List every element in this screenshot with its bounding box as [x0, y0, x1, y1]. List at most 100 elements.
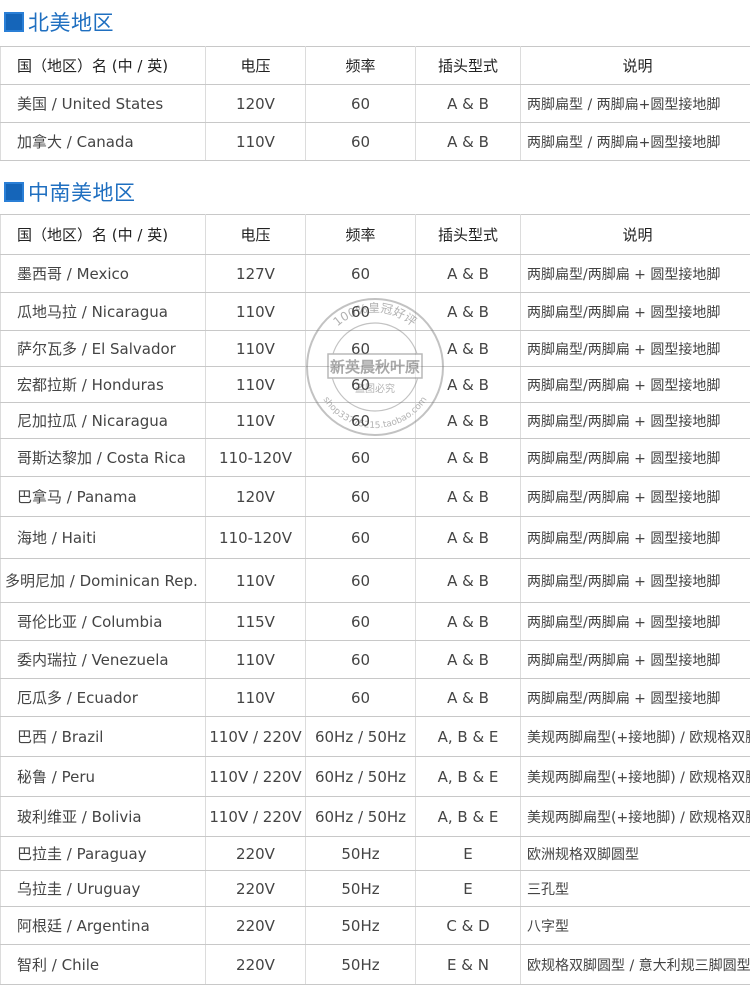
plug-cell: A & B — [415, 640, 521, 679]
note-cell: 两脚扁型/两脚扁 + 圆型接地脚 — [520, 678, 750, 717]
country-cell: 厄瓜多 / Ecuador — [0, 678, 206, 717]
country-cell: 玻利维亚 / Bolivia — [0, 796, 206, 837]
note-cell: 八字型 — [520, 906, 750, 945]
voltage-cell: 110V — [205, 402, 306, 439]
section-latin-america-title: 中南美地区 — [4, 174, 136, 210]
table-header-row: 国（地区）名 (中 / 英) 电压 频率 插头型式 说明 — [0, 46, 750, 85]
frequency-cell: 60 — [305, 254, 416, 293]
plug-cell: E — [415, 870, 521, 907]
plug-cell: E & N — [415, 944, 521, 985]
note-cell: 欧洲规格双脚圆型 — [520, 836, 750, 871]
country-cell: 巴拉圭 / Paraguay — [0, 836, 206, 871]
country-cell: 瓜地马拉 / Nicaragua — [0, 292, 206, 331]
country-cell: 智利 / Chile — [0, 944, 206, 985]
table-row: 哥伦比亚 / Columbia 115V 60 A & B 两脚扁型/两脚扁 + 圆型接… — [0, 602, 750, 641]
table-row: 乌拉圭 / Uruguay 220V 50Hz E 三孔型 — [0, 870, 750, 907]
note-cell: 两脚扁型/两脚扁 + 圆型接地脚 — [520, 476, 750, 517]
header-note: 说明 — [520, 214, 750, 255]
note-cell: 欧规格双脚圆型 / 意大利规三脚圆型 — [520, 944, 750, 985]
frequency-cell: 60Hz / 50Hz — [305, 716, 416, 757]
frequency-cell: 60 — [305, 602, 416, 641]
voltage-cell: 220V — [205, 944, 306, 985]
header-frequency: 频率 — [305, 214, 416, 255]
header-note: 说明 — [520, 46, 750, 85]
voltage-cell: 110V / 220V — [205, 716, 306, 757]
plug-cell: A, B & E — [415, 796, 521, 837]
table-row: 巴拉圭 / Paraguay 220V 50Hz E 欧洲规格双脚圆型 — [0, 836, 750, 871]
table-row: 阿根廷 / Argentina 220V 50Hz C & D 八字型 — [0, 906, 750, 945]
plug-cell: E — [415, 836, 521, 871]
frequency-cell: 50Hz — [305, 870, 416, 907]
voltage-cell: 110V — [205, 330, 306, 367]
note-cell: 两脚扁型/两脚扁 + 圆型接地脚 — [520, 330, 750, 367]
plug-cell: A & B — [415, 84, 521, 123]
country-cell: 巴西 / Brazil — [0, 716, 206, 757]
plug-cell: A & B — [415, 438, 521, 477]
note-cell: 美规两脚扁型(+接地脚) / 欧规格双脚圆型 — [520, 796, 750, 837]
voltage-cell: 110V — [205, 122, 306, 161]
header-frequency: 频率 — [305, 46, 416, 85]
frequency-cell: 60 — [305, 558, 416, 603]
table-row: 墨西哥 / Mexico 127V 60 A & B 两脚扁型/两脚扁 + 圆型接地脚 — [0, 254, 750, 293]
note-cell: 两脚扁型/两脚扁 + 圆型接地脚 — [520, 366, 750, 403]
section-title-text: 北美地区 — [28, 11, 114, 35]
header-country: 国（地区）名 (中 / 英) — [0, 214, 206, 255]
table-row: 委内瑞拉 / Venezuela 110V 60 A & B 两脚扁型/两脚扁 + 圆型… — [0, 640, 750, 679]
frequency-cell: 60 — [305, 292, 416, 331]
voltage-cell: 127V — [205, 254, 306, 293]
note-cell: 两脚扁型/两脚扁 + 圆型接地脚 — [520, 402, 750, 439]
section-marker — [4, 12, 24, 32]
country-cell: 墨西哥 / Mexico — [0, 254, 206, 293]
plug-cell: A & B — [415, 292, 521, 331]
country-cell: 哥伦比亚 / Columbia — [0, 602, 206, 641]
table-row: 海地 / Haiti 110-120V 60 A & B 两脚扁型/两脚扁 + 圆型接地… — [0, 516, 750, 559]
note-cell: 两脚扁型/两脚扁 + 圆型接地脚 — [520, 602, 750, 641]
table-header-row: 国（地区）名 (中 / 英) 电压 频率 插头型式 说明 — [0, 214, 750, 255]
section-north-america-title: 北美地区 — [4, 4, 114, 40]
frequency-cell: 50Hz — [305, 944, 416, 985]
country-cell: 秘鲁 / Peru — [0, 756, 206, 797]
frequency-cell: 50Hz — [305, 906, 416, 945]
frequency-cell: 60 — [305, 476, 416, 517]
table-row: 美国 / United States 120V 60 A & B 两脚扁型 / … — [0, 84, 750, 123]
plug-cell: A & B — [415, 330, 521, 367]
frequency-cell: 60 — [305, 84, 416, 123]
frequency-cell: 60 — [305, 122, 416, 161]
note-cell: 两脚扁型 / 两脚扁+圆型接地脚 — [520, 84, 750, 123]
frequency-cell: 60 — [305, 678, 416, 717]
table-row: 智利 / Chile 220V 50Hz E & N 欧规格双脚圆型 / 意大利规三脚圆… — [0, 944, 750, 985]
table-row: 加拿大 / Canada 110V 60 A & B 两脚扁型 / 两脚扁+圆型… — [0, 122, 750, 161]
country-cell: 海地 / Haiti — [0, 516, 206, 559]
latin-america-rows: 墨西哥 / Mexico 127V 60 A & B 两脚扁型/两脚扁 + 圆型接地脚瓜… — [0, 254, 750, 985]
voltage-cell: 220V — [205, 906, 306, 945]
voltage-cell: 110V — [205, 366, 306, 403]
note-cell: 美规两脚扁型(+接地脚) / 欧规格双脚圆型 — [520, 756, 750, 797]
note-cell: 三孔型 — [520, 870, 750, 907]
frequency-cell: 60 — [305, 402, 416, 439]
note-cell: 美规两脚扁型(+接地脚) / 欧规格双脚圆型 — [520, 716, 750, 757]
plug-cell: A, B & E — [415, 756, 521, 797]
table-row: 尼加拉瓜 / Nicaragua 110V 60 A & B 两脚扁型/两脚扁 + 圆型… — [0, 402, 750, 439]
voltage-cell: 110V — [205, 640, 306, 679]
voltage-cell: 120V — [205, 476, 306, 517]
plug-cell: A & B — [415, 122, 521, 161]
country-cell: 委内瑞拉 / Venezuela — [0, 640, 206, 679]
plug-cell: A & B — [415, 558, 521, 603]
plug-cell: A & B — [415, 516, 521, 559]
frequency-cell: 60Hz / 50Hz — [305, 796, 416, 837]
north-america-table: 国（地区）名 (中 / 英) 电压 频率 插头型式 说明 美国 / United… — [0, 46, 750, 161]
frequency-cell: 60 — [305, 330, 416, 367]
voltage-cell: 115V — [205, 602, 306, 641]
voltage-cell: 110V — [205, 678, 306, 717]
frequency-cell: 50Hz — [305, 836, 416, 871]
header-plug-type: 插头型式 — [415, 214, 521, 255]
note-cell: 两脚扁型/两脚扁 + 圆型接地脚 — [520, 640, 750, 679]
voltage-cell: 120V — [205, 84, 306, 123]
voltage-cell: 110V / 220V — [205, 796, 306, 837]
table-row: 多明尼加 / Dominican Rep. 110V 60 A & B 两脚扁型/两脚扁… — [0, 558, 750, 603]
voltage-cell: 220V — [205, 870, 306, 907]
section-marker — [4, 182, 24, 202]
frequency-cell: 60 — [305, 438, 416, 477]
header-plug-type: 插头型式 — [415, 46, 521, 85]
plug-cell: A & B — [415, 678, 521, 717]
